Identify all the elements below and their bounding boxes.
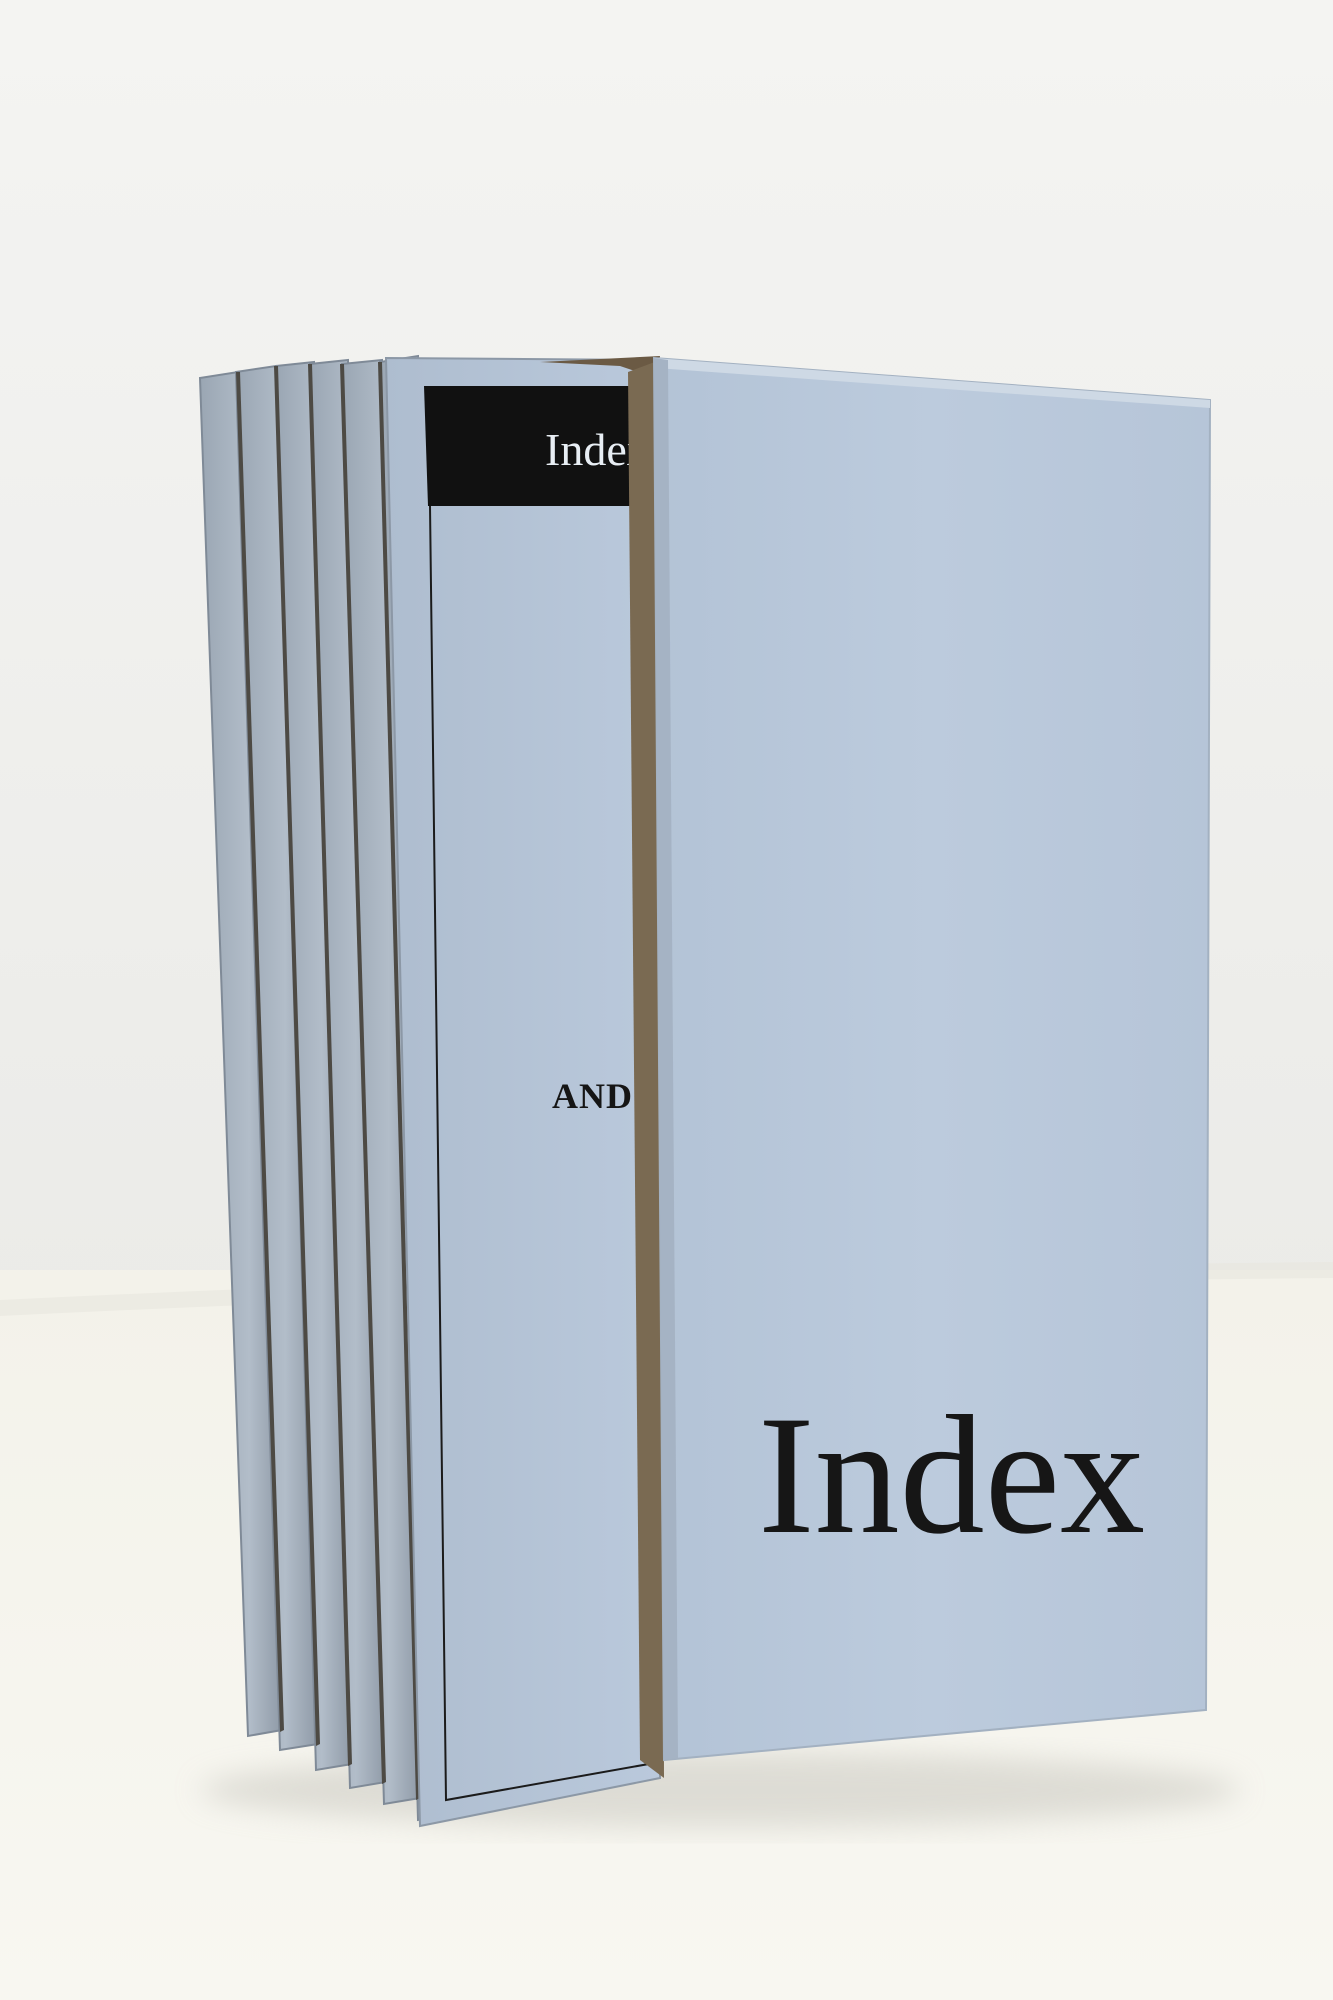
slipcase-title: Index bbox=[758, 1381, 1145, 1569]
photo-canvas: Index o AND L Index bbox=[0, 0, 1333, 2000]
slipcase: Index bbox=[628, 356, 1212, 1778]
photo-scene: Index o AND L Index bbox=[0, 0, 1333, 2000]
